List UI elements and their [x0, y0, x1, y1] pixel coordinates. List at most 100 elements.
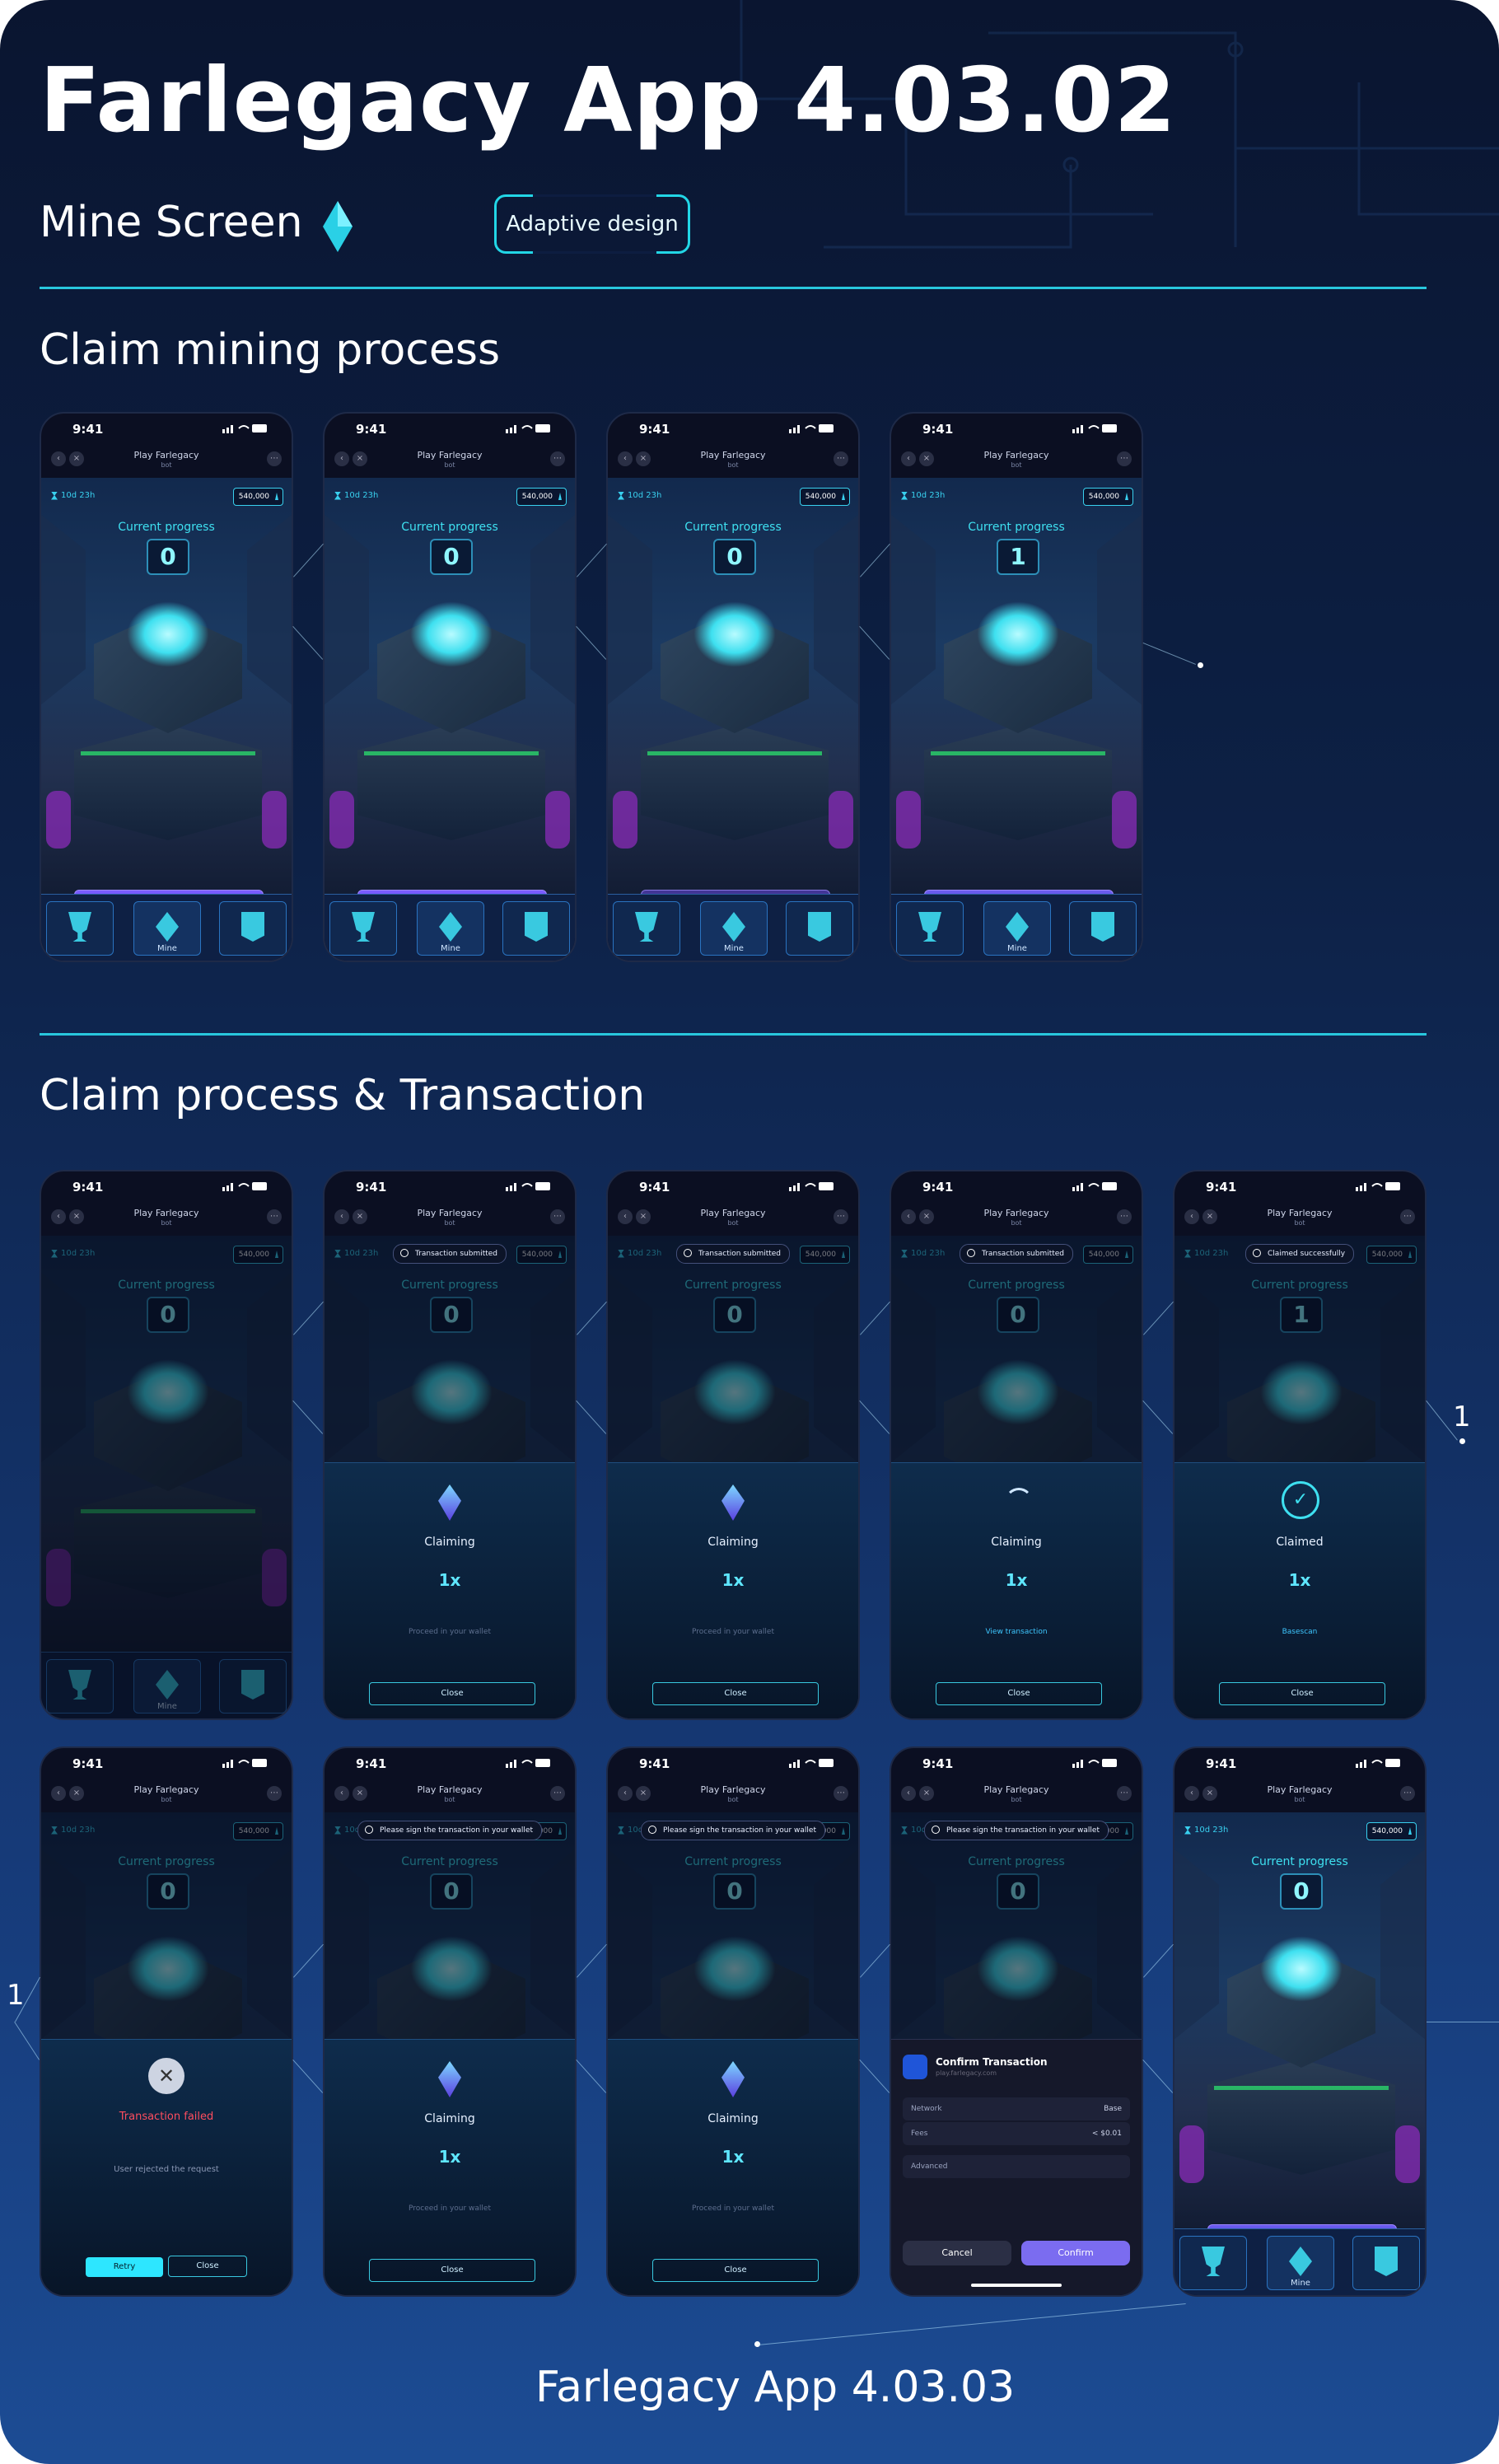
app-subtitle: bot	[1294, 1219, 1305, 1227]
season-timer: 10d 23h	[901, 491, 945, 500]
close-button[interactable]: Close	[936, 1682, 1102, 1705]
phone-mockup: 9:41‹×⋯Play Farlegacybot10d 23h540,000Cu…	[890, 412, 1143, 962]
balance-badge: 540,000	[516, 488, 567, 506]
pedestal	[74, 725, 262, 840]
pedestal	[357, 725, 545, 840]
transaction-link[interactable]: View transaction	[891, 1628, 1142, 1636]
retry-button[interactable]: Retry	[86, 2257, 163, 2277]
close-button[interactable]: Close	[1219, 1682, 1385, 1705]
app-name: Play Farlegacy	[133, 450, 199, 461]
signal-battery-icon	[789, 1759, 834, 1768]
bottom-nav: Mine	[41, 894, 292, 961]
advanced-row[interactable]: Advanced	[903, 2155, 1130, 2178]
flow-dot	[1198, 662, 1203, 668]
nav-mine[interactable]: Mine	[1267, 2236, 1334, 2290]
phone-mockup: 9:41‹×⋯Play Farlegacybot10d 23h540,000Cu…	[323, 1746, 577, 2297]
season-timer: 10d 23h	[618, 491, 661, 500]
mine-scene: 10d 23h 540,000 Current progress 0	[608, 478, 858, 926]
phone-mockup: 9:41‹×⋯Play Farlegacybot10d 23h540,000Cu…	[40, 1170, 293, 1720]
status-bar: 9:41	[1174, 1171, 1425, 1204]
nav-profile[interactable]	[786, 901, 853, 956]
diamond-icon	[1006, 912, 1029, 942]
phone-mockup: 9:41‹×⋯Play Farlegacybot10d 23h540,000Cu…	[323, 412, 577, 962]
nav-leaderboard[interactable]	[896, 901, 964, 956]
adaptive-design-badge: Adaptive design	[494, 194, 690, 254]
nav-mine-label: Mine	[1007, 944, 1027, 953]
error-message: User rejected the request	[114, 2165, 219, 2174]
close-button[interactable]: Close	[369, 2259, 535, 2282]
nav-mine[interactable]: Mine	[700, 901, 768, 956]
timer-text: 10d 23h	[344, 491, 379, 500]
mini-app-header: ‹ × ⋯ Play Farlegacy bot	[608, 447, 858, 478]
shield-icon	[1375, 2247, 1398, 2276]
app-name: Play Farlegacy	[983, 1784, 1049, 1795]
status-time: 9:41	[639, 1756, 670, 1771]
phone-mockup: 9:41‹×⋯Play Farlegacybot10d 23h540,000Cu…	[323, 1170, 577, 1720]
close-button[interactable]: Close	[652, 1682, 819, 1705]
sheet-status: Claiming	[424, 1536, 475, 1549]
tentacle-left	[896, 791, 921, 849]
sheet-hint: Proceed in your wallet	[692, 1628, 774, 1636]
current-progress-label: Current progress	[684, 521, 782, 534]
nav-leaderboard[interactable]	[613, 901, 680, 956]
flow-label-left: 1	[7, 1979, 25, 2012]
dim-overlay	[41, 1236, 292, 1718]
home-indicator	[971, 2284, 1062, 2287]
status-time: 9:41	[72, 422, 104, 437]
nav-leaderboard[interactable]	[46, 901, 114, 956]
nav-leaderboard[interactable]	[329, 901, 397, 956]
tentacle-right	[545, 791, 570, 849]
nav-profile[interactable]	[1352, 2236, 1420, 2290]
nav-mine-label: Mine	[157, 944, 177, 953]
gem-icon	[721, 1484, 745, 1521]
toast-notification: Transaction submitted	[959, 1244, 1074, 1264]
presentation-board: Farlegacy App 4.03.02 Mine Screen Adapti…	[0, 0, 1499, 2464]
nav-leaderboard[interactable]	[1179, 2236, 1247, 2290]
close-button[interactable]: Close	[168, 2256, 247, 2277]
fees-label: Fees	[911, 2130, 928, 2138]
status-time: 9:41	[922, 422, 954, 437]
app-subtitle: bot	[444, 461, 455, 469]
status-bar: 9:41	[325, 1748, 575, 1781]
crystal-glow	[127, 601, 209, 667]
nav-profile[interactable]	[502, 901, 570, 956]
diamond-icon	[722, 912, 745, 942]
status-time: 9:41	[1206, 1180, 1237, 1195]
signal-battery-icon	[789, 424, 834, 433]
shield-icon	[1091, 912, 1114, 942]
nav-profile[interactable]	[219, 901, 287, 956]
close-button[interactable]: Close	[369, 1682, 535, 1705]
claim-sheet: Claiming 1x Proceed in your wallet Close	[608, 2039, 858, 2295]
mine-scene: 10d 23h540,000Current progress0Mine	[325, 478, 575, 926]
wall-panel-left	[891, 511, 936, 708]
status-bar: 9:41	[608, 414, 858, 447]
cancel-button[interactable]: Cancel	[903, 2241, 1011, 2265]
app-name: Play Farlegacy	[417, 450, 483, 461]
mini-app-header: ‹ × ⋯ Play Farlegacy bot	[608, 1204, 858, 1236]
mine-scene: 10d 23h540,000Current progress100:15:21	[891, 478, 1142, 926]
balance-badge: 540,000	[232, 488, 283, 506]
claim-quantity: 1x	[1288, 1570, 1311, 1590]
nav-mine-label: Mine	[1291, 2279, 1310, 2288]
crystal-glow	[977, 601, 1059, 667]
claim-sheet: Claiming 1x Proceed in your wallet Close	[325, 1462, 575, 1718]
phone-mockup: 9:41‹×⋯Play Farlegacybot10d 23h540,000Cu…	[606, 1170, 860, 1720]
current-progress-label: Current progress	[401, 521, 498, 534]
app-subtitle: bot	[727, 1796, 739, 1803]
balance-badge: 540,000	[799, 488, 850, 506]
confirm-button[interactable]: Confirm	[1021, 2241, 1130, 2265]
close-button[interactable]: Close	[652, 2259, 819, 2282]
wallet-confirm-sheet: Confirm Transaction play.farlegacy.com Net…	[891, 2039, 1142, 2295]
mine-scene: 10d 23h540,000Current progress007:59:21	[1174, 1812, 1425, 2261]
footer-title: Farlegacy App 4.03.03	[535, 2363, 1016, 2412]
nav-mine[interactable]: Mine	[133, 901, 201, 956]
wall-panel-right	[530, 511, 575, 708]
sheet-hint: Proceed in your wallet	[692, 2205, 774, 2213]
nav-mine[interactable]: Mine	[983, 901, 1051, 956]
transaction-link[interactable]: Basescan	[1174, 1628, 1425, 1636]
wall-panel-right	[247, 511, 292, 708]
nav-mine-label: Mine	[724, 944, 744, 953]
nav-mine[interactable]: Mine	[417, 901, 484, 956]
mini-app-header: ‹ × ⋯ Play Farlegacy bot	[891, 1204, 1142, 1236]
nav-profile[interactable]	[1069, 901, 1137, 956]
